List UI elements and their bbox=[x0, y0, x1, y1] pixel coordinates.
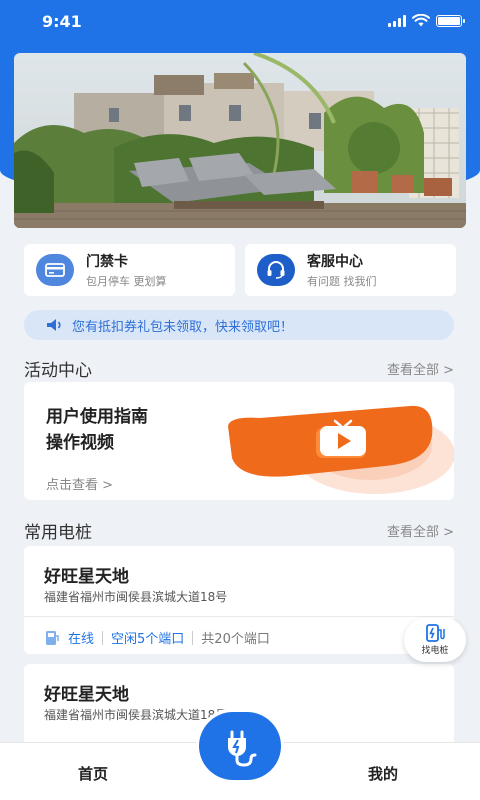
stations-see-all-link[interactable]: 查看全部 > bbox=[387, 521, 454, 540]
headset-icon bbox=[257, 254, 295, 286]
divider bbox=[24, 616, 454, 617]
coupon-notice[interactable]: 您有抵扣券礼包未领取，快来领取吧！ bbox=[24, 310, 454, 340]
station-idle-ports: 空闲5个端口 bbox=[111, 632, 185, 647]
station-total-ports: 共20个端口 bbox=[201, 632, 270, 647]
signal-icon bbox=[388, 14, 406, 27]
customer-service-title: 客服中心 bbox=[307, 254, 363, 270]
station-address: 福建省福州市闽侯县滨城大道18号 bbox=[44, 708, 228, 722]
station-address: 福建省福州市闽侯县滨城大道18号 bbox=[44, 590, 228, 604]
station-name: 好旺星天地 bbox=[44, 567, 129, 587]
charger-status-icon bbox=[46, 630, 59, 645]
station-name: 好旺星天地 bbox=[44, 685, 129, 705]
stations-section-header: 常用电桩 查看全部 > bbox=[24, 518, 454, 543]
wifi-icon bbox=[412, 14, 430, 27]
status-bar: 9:41 bbox=[0, 0, 480, 46]
activity-card[interactable]: 用户使用指南 操作视频 点击查看 > bbox=[24, 382, 454, 500]
activity-see-all-link[interactable]: 查看全部 > bbox=[387, 359, 454, 378]
banner-image[interactable] bbox=[14, 53, 466, 228]
activity-card-title: 用户使用指南 操作视频 bbox=[46, 407, 148, 453]
speaker-icon bbox=[47, 319, 61, 331]
customer-service-subtitle: 有问题 找我们 bbox=[307, 275, 377, 288]
charge-scan-button[interactable] bbox=[199, 712, 281, 780]
station-status-row: 在线 空闲5个端口 共20个端口 bbox=[44, 628, 270, 647]
charging-plug-icon bbox=[228, 730, 257, 767]
station-online-status: 在线 bbox=[68, 632, 95, 647]
find-charger-label: 找电桩 bbox=[421, 646, 449, 656]
card-icon bbox=[36, 254, 74, 286]
activity-section-header: 活动中心 查看全部 > bbox=[24, 356, 454, 381]
tab-mine[interactable]: 我的 bbox=[368, 763, 398, 784]
access-card-button[interactable]: 门禁卡 包月停车 更划算 bbox=[24, 244, 235, 296]
activity-section-title: 活动中心 bbox=[24, 361, 92, 381]
tab-home[interactable]: 首页 bbox=[78, 763, 108, 784]
access-card-subtitle: 包月停车 更划算 bbox=[86, 275, 167, 288]
customer-service-button[interactable]: 客服中心 有问题 找我们 bbox=[245, 244, 456, 296]
status-time: 9:41 bbox=[42, 12, 82, 31]
stations-section-title: 常用电桩 bbox=[24, 523, 92, 543]
station-card[interactable]: 好旺星天地 福建省福州市闽侯县滨城大道18号 在线 空闲5个端口 共20个端口 bbox=[24, 546, 454, 654]
video-play-illustration bbox=[228, 405, 454, 494]
charging-station-icon bbox=[426, 624, 445, 642]
find-charger-button[interactable]: 找电桩 bbox=[404, 618, 466, 662]
activity-card-link[interactable]: 点击查看 > bbox=[46, 474, 113, 493]
battery-icon bbox=[436, 14, 465, 27]
notice-text: 您有抵扣券礼包未领取，快来领取吧！ bbox=[72, 319, 294, 335]
quick-actions: 门禁卡 包月停车 更划算 客服中心 有问题 找我们 bbox=[24, 244, 456, 296]
access-card-title: 门禁卡 bbox=[86, 254, 128, 270]
